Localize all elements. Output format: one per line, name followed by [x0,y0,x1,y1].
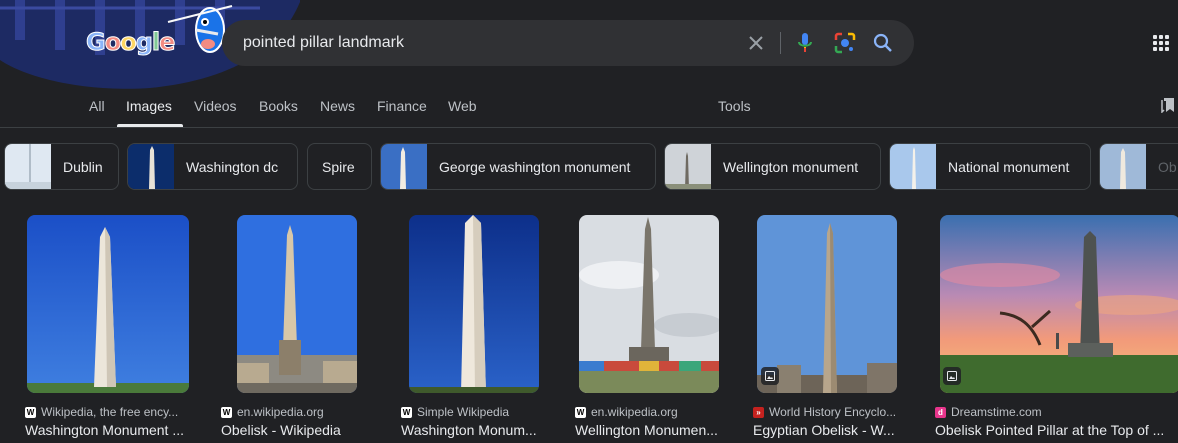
chip-dublin[interactable]: Dublin [4,143,119,190]
chip-label: Dublin [63,158,103,175]
result-source[interactable]: W en.wikipedia.org [221,405,324,419]
search-input[interactable]: pointed pillar landmark [243,34,404,52]
chip-george-washington-monument[interactable]: George washington monument [380,143,656,190]
tab-web[interactable]: Web [448,98,477,114]
wikipedia-favicon-icon: W [221,406,232,418]
saved-bookmark-icon[interactable] [1161,97,1175,118]
dreamstime-favicon-icon: d [935,406,946,418]
chip-thumbnail [665,144,711,189]
result-source-text: World History Encyclo... [769,405,897,419]
wikipedia-favicon-icon: W [25,406,36,418]
search-divider [780,32,781,54]
search-icon[interactable] [871,31,895,55]
chip-label: Spire [322,158,355,175]
result-source[interactable]: d Dreamstime.com [935,405,1042,419]
tabs-divider [0,127,1178,128]
image-type-icon [943,367,961,385]
tab-videos[interactable]: Videos [194,98,237,114]
tab-books[interactable]: Books [259,98,298,114]
result-title[interactable]: Obelisk - Wikipedia [221,422,376,438]
result-title[interactable]: Washington Monum... [401,422,546,438]
search-box[interactable]: pointed pillar landmark [222,20,914,66]
chip-thumbnail [890,144,936,189]
lens-icon[interactable] [833,31,857,55]
chip-label: George washington monument [439,158,631,175]
result-image[interactable] [940,215,1178,393]
search-tabs: All Images Videos Books News Finance Web… [0,90,1178,127]
result-image[interactable] [237,215,357,393]
wikipedia-favicon-icon: W [575,406,586,418]
result-title[interactable]: Obelisk Pointed Pillar at the Top of ... [935,422,1175,438]
clear-icon[interactable] [744,31,768,55]
chip-label: Ob [1158,158,1177,175]
image-type-icon [761,367,779,385]
result-source-text: en.wikipedia.org [591,405,678,419]
result-source[interactable]: W Simple Wikipedia [401,405,509,419]
chip-label: National monument [948,158,1070,175]
result-source[interactable]: W Wikipedia, the free ency... [25,405,178,419]
chip-thumbnail [381,144,427,189]
logo-letter: G [86,28,107,57]
wikipedia-favicon-icon: W [401,406,412,418]
result-title[interactable]: Wellington Monumen... [575,422,725,438]
logo-letter: g [135,28,153,57]
tab-finance[interactable]: Finance [377,98,427,114]
chip-thumbnail [128,144,174,189]
result-image[interactable] [409,215,539,393]
result-source-text: Dreamstime.com [951,405,1042,419]
google-logo[interactable]: Google [86,28,176,57]
result-source[interactable]: W en.wikipedia.org [575,405,678,419]
microphone-icon[interactable] [793,31,817,55]
result-title[interactable]: Egyptian Obelisk - W... [753,422,903,438]
result-source-text: Wikipedia, the free ency... [41,405,179,419]
tab-images[interactable]: Images [126,98,172,114]
chip-thumbnail [5,144,51,189]
chip-washington-dc[interactable]: Washington dc [127,143,298,190]
logo-letter: o [120,28,137,57]
tab-news[interactable]: News [320,98,355,114]
tools-button[interactable]: Tools [718,98,751,114]
result-source-text: en.wikipedia.org [237,405,324,419]
result-source[interactable]: » World History Encyclo... [753,405,896,419]
result-image[interactable] [27,215,189,393]
result-image[interactable] [579,215,719,393]
chip-thumbnail [1100,144,1146,189]
chip-label: Wellington monument [723,158,859,175]
chip-national-monument[interactable]: National monument [889,143,1091,190]
result-title[interactable]: Washington Monument ... [25,422,193,438]
chip-obelisk[interactable]: Ob [1099,143,1178,190]
logo-letter: e [159,28,176,57]
apps-grid-icon[interactable] [1153,35,1169,51]
logo-letter: o [104,28,121,57]
chip-label: Washington dc [186,158,279,175]
chip-spire[interactable]: Spire [307,143,372,190]
world-history-favicon-icon: » [753,406,764,418]
tab-all[interactable]: All [89,98,105,114]
result-image[interactable] [757,215,897,393]
chip-wellington-monument[interactable]: Wellington monument [664,143,881,190]
result-source-text: Simple Wikipedia [417,405,510,419]
